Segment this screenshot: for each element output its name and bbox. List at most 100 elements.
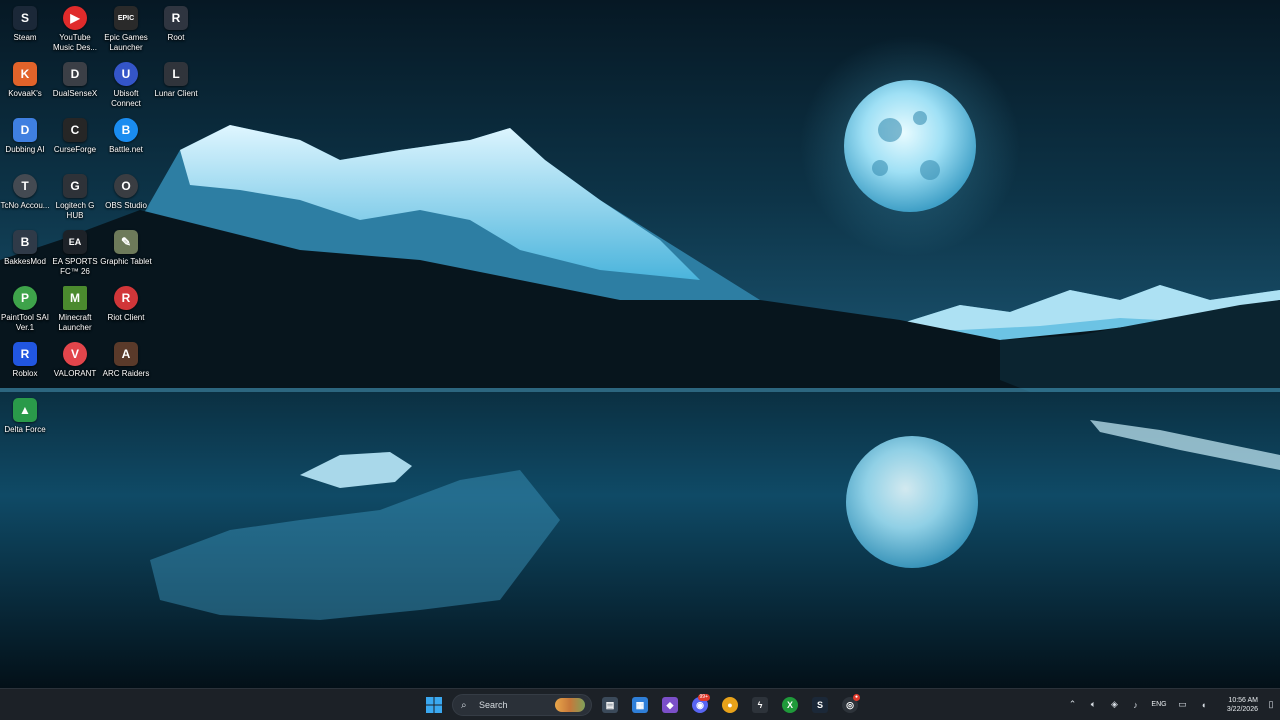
ubisoft-connect-icon: U [114, 62, 138, 86]
microphone-icon[interactable]: ♪ [1125, 700, 1146, 710]
arc-raiders-icon: A [114, 342, 138, 366]
desktop-shortcut-obs-studio[interactable]: O OBS Studio [101, 174, 151, 211]
tcno-icon: T [13, 174, 37, 198]
notification-dot: ● [852, 694, 860, 701]
epic-games-icon: EPIC [114, 6, 138, 30]
taskbar-search[interactable]: ⌕ Search [452, 694, 592, 716]
ea-sports-fc-icon: EA [63, 230, 87, 254]
shortcut-label: DualSenseX [52, 89, 98, 98]
wifi-icon[interactable]: ▭ [1172, 699, 1193, 710]
desktop-shortcut-logitech-g-hub[interactable]: G Logitech G HUB [50, 174, 100, 221]
shortcut-label: Riot Client [107, 313, 145, 322]
desktop-shortcut-bakkesmod[interactable]: B BakkesMod [0, 230, 50, 267]
roblox-icon: R [13, 342, 37, 366]
delta-force-icon: ▲ [13, 398, 37, 422]
shortcut-label: Logitech G HUB [55, 201, 95, 220]
desktop-shortcut-dualsensex[interactable]: D DualSenseX [50, 62, 100, 99]
taskbar-center: ⌕ Search ▤ ▦ ◆ ◉ 99+ ● ϟ X S ◎ ● [422, 692, 862, 718]
lunar-client-icon: L [164, 62, 188, 86]
notification-bell-icon[interactable]: ▯ [1262, 699, 1280, 710]
shortcut-label: Dubbing AI [5, 145, 45, 154]
visual-studio-icon: ◆ [662, 697, 678, 713]
desktop-shortcut-minecraft-launcher[interactable]: M Minecraft Launcher [50, 286, 100, 333]
youtube-music-icon: ▶ [63, 6, 87, 30]
desktop-shortcut-ea-sports-fc[interactable]: EA EA SPORTS FC™ 26 [50, 230, 100, 277]
shortcut-label: KovaaK's [8, 89, 42, 98]
game-app-icon: ● [722, 697, 738, 713]
start-button[interactable] [422, 693, 446, 717]
shortcut-label: Minecraft Launcher [58, 313, 92, 332]
desktop-shortcut-painttool-sai[interactable]: P PaintTool SAI Ver.1 [0, 286, 50, 333]
desktop-shortcut-lunar-client[interactable]: L Lunar Client [151, 62, 201, 99]
desktop-shortcut-epic-games[interactable]: EPIC Epic Games Launcher [101, 6, 151, 53]
desktop-shortcut-arc-raiders[interactable]: A ARC Raiders [101, 342, 151, 379]
clock[interactable]: 10:56 AM 3/22/2026 [1214, 696, 1258, 714]
language-indicator[interactable]: ENG [1146, 701, 1172, 708]
clock-time: 10:56 AM [1228, 696, 1258, 704]
desktop-shortcut-riot-client[interactable]: R Riot Client [101, 286, 151, 323]
shortcut-label: TcNo Accou... [0, 201, 50, 210]
search-label: Search [479, 700, 508, 710]
riot-client-icon: R [114, 286, 138, 310]
shortcut-label: VALORANT [53, 369, 97, 378]
valorant-icon: V [63, 342, 87, 366]
desktop-shortcut-graphic-tablet[interactable]: ✎ Graphic Tablet [100, 230, 152, 267]
shortcut-label: CurseForge [53, 145, 97, 154]
desktop-icon-grid: S Steam ▶ YouTube Music Des... EPIC Epic… [0, 0, 210, 440]
obs-studio-icon: O [114, 174, 138, 198]
taskbar-app-game[interactable]: ● [718, 693, 742, 717]
volume-icon[interactable]: ◖ [1193, 700, 1214, 710]
desktop-shortcut-curseforge[interactable]: C CurseForge [50, 118, 100, 155]
desktop-shortcut-valorant[interactable]: V VALORANT [50, 342, 100, 379]
shortcut-label: ARC Raiders [102, 369, 150, 378]
clock-date: 3/22/2026 [1226, 705, 1258, 713]
desktop-shortcut-delta-force[interactable]: ▲ Delta Force [0, 398, 50, 435]
desktop-shortcut-battle-net[interactable]: B Battle.net [101, 118, 151, 155]
logitech-g-hub-icon: G [63, 174, 87, 198]
shortcut-label: YouTube Music Des... [52, 33, 97, 52]
search-icon: ⌕ [461, 699, 467, 711]
shortcut-label: Epic Games Launcher [104, 33, 148, 52]
notification-badge: 99+ [697, 694, 710, 701]
taskbar-app-xbox[interactable]: X [778, 693, 802, 717]
shortcut-label: OBS Studio [105, 201, 147, 210]
desktop-shortcut-root[interactable]: R Root [151, 6, 201, 43]
taskbar-app-file-explorer[interactable]: ▤ [598, 693, 622, 717]
taskbar-app-lightning[interactable]: ϟ [748, 693, 772, 717]
dubbing-ai-icon: D [13, 118, 37, 142]
dualsensex-icon: D [63, 62, 87, 86]
graphic-tablet-icon: ✎ [114, 230, 138, 254]
shortcut-label: EA SPORTS FC™ 26 [52, 257, 98, 276]
desktop-shortcut-tcno-account[interactable]: T TcNo Accou... [0, 174, 50, 211]
shortcut-label: BakkesMod [4, 257, 46, 266]
bakkesmod-icon: B [13, 230, 37, 254]
desktop-shortcut-youtube-music[interactable]: ▶ YouTube Music Des... [50, 6, 100, 53]
shortcut-label: Delta Force [4, 425, 46, 434]
network-app-icon[interactable]: ◈ [1104, 699, 1125, 710]
windows-logo-icon [426, 697, 442, 713]
steam-icon: S [13, 6, 37, 30]
battle-net-icon: B [114, 118, 138, 142]
taskbar-app-discord[interactable]: ◉ 99+ [688, 693, 712, 717]
system-tray: ⌃ 🔈︎ ◈ ♪ ENG ▭ ◖ 10:56 AM 3/22/2026 ▯ [1062, 689, 1280, 720]
kovaaks-icon: K [13, 62, 37, 86]
shortcut-label: PaintTool SAI Ver.1 [0, 313, 50, 332]
painttool-sai-icon: P [13, 286, 37, 310]
root-icon: R [164, 6, 188, 30]
desktop-shortcut-ubisoft-connect[interactable]: U Ubisoft Connect [101, 62, 151, 109]
show-hidden-icons-chevron-icon[interactable]: ⌃ [1062, 699, 1083, 710]
desktop-shortcut-steam[interactable]: S Steam [0, 6, 50, 43]
xbox-icon: X [782, 697, 798, 713]
shortcut-label: Battle.net [109, 145, 143, 154]
shortcut-label: Graphic Tablet [100, 257, 152, 266]
speaker-icon[interactable]: 🔈︎ [1083, 699, 1104, 710]
shortcut-label: Lunar Client [154, 89, 198, 98]
desktop-shortcut-roblox[interactable]: R Roblox [0, 342, 50, 379]
taskbar-app-chrome[interactable]: ◎ ● [838, 693, 862, 717]
search-highlight-image [555, 698, 585, 712]
desktop-shortcut-kovaaks[interactable]: K KovaaK's [0, 62, 50, 99]
taskbar-app-steam[interactable]: S [808, 693, 832, 717]
taskbar-app-calendar[interactable]: ▦ [628, 693, 652, 717]
desktop-shortcut-dubbing-ai[interactable]: D Dubbing AI [0, 118, 50, 155]
taskbar-app-visual-studio[interactable]: ◆ [658, 693, 682, 717]
